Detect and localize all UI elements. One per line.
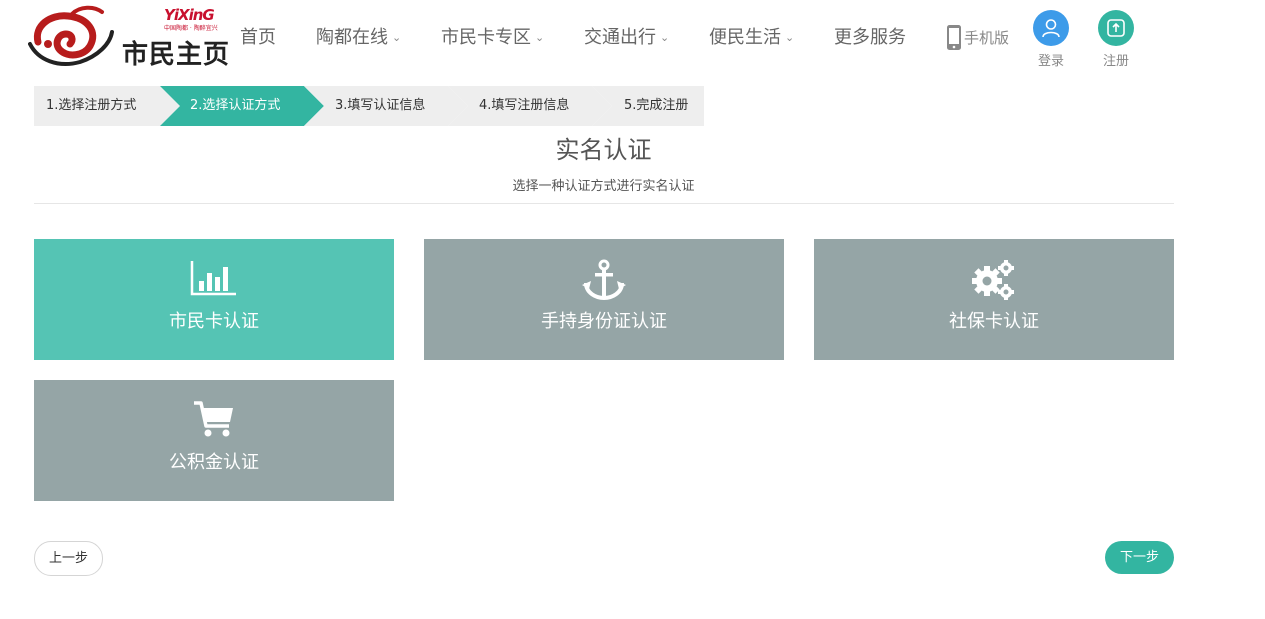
nav-label: 首页 xyxy=(240,27,276,48)
register-icon xyxy=(1098,10,1134,46)
page-title: 实名认证 xyxy=(555,136,652,164)
anchor-icon xyxy=(424,259,784,301)
logo-swirl-icon xyxy=(28,5,114,66)
chevron-down-icon: ⌄ xyxy=(660,31,670,44)
chevron-down-icon: ⌄ xyxy=(785,31,795,44)
card-label: 手持身份证认证 xyxy=(541,311,667,332)
gears-icon xyxy=(814,259,1174,301)
step-label: 1.选择注册方式 xyxy=(46,98,137,113)
card-handheld-id[interactable]: 手持身份证认证 xyxy=(424,239,784,360)
card-label: 市民卡认证 xyxy=(169,311,259,332)
register-label: 注册 xyxy=(1102,54,1129,69)
nav-item-traffic[interactable]: 交通出行 ⌄ xyxy=(584,24,669,52)
next-step-button[interactable]: 下一步 xyxy=(1105,541,1174,574)
logo-brand-text: YiXinG xyxy=(164,6,215,24)
nav-item-life[interactable]: 便民生活 ⌄ xyxy=(709,24,794,52)
bar-chart-icon xyxy=(34,259,394,301)
card-housing-fund[interactable]: 公积金认证 xyxy=(34,380,394,501)
chevron-down-icon: ⌄ xyxy=(535,31,545,44)
chevron-down-icon: ⌄ xyxy=(392,31,402,44)
card-label: 社保卡认证 xyxy=(949,311,1039,332)
nav-item-more[interactable]: 更多服务 xyxy=(834,24,906,52)
mobile-label: 手机版 xyxy=(964,28,1010,47)
card-citizen-card[interactable]: 市民卡认证 xyxy=(34,239,394,360)
cart-icon xyxy=(34,400,394,442)
nav-label: 交通出行 xyxy=(584,27,656,48)
nav-item-home[interactable]: 首页 xyxy=(240,24,276,52)
login-button[interactable]: 登录 xyxy=(1031,10,1071,69)
mobile-version-link[interactable]: 手机版 xyxy=(946,22,1009,52)
card-social-security[interactable]: 社保卡认证 xyxy=(814,239,1174,360)
nav-label: 陶都在线 xyxy=(316,27,388,48)
nav-item-taodu-online[interactable]: 陶都在线 ⌄ xyxy=(316,24,401,52)
logo-tagline: 中国陶都 · 陶醉宜兴 xyxy=(164,25,218,32)
page-subtitle: 选择一种认证方式进行实名认证 xyxy=(512,179,695,194)
register-button[interactable]: 注册 xyxy=(1096,10,1136,69)
prev-step-button[interactable]: 上一步 xyxy=(34,541,103,576)
card-label: 公积金认证 xyxy=(169,452,259,473)
nav-label: 更多服务 xyxy=(834,27,906,48)
registration-steps: 1.选择注册方式 2.选择认证方式 3.填写认证信息 4.填写注册信息 5.完成… xyxy=(34,86,704,126)
nav-label: 便民生活 xyxy=(709,27,781,48)
logo-brand: YiXinG 中国陶都 · 陶醉宜兴 xyxy=(164,6,220,32)
step-label: 5.完成注册 xyxy=(624,98,689,113)
nav-label: 市民卡专区 xyxy=(441,27,531,48)
step-label: 4.填写注册信息 xyxy=(479,98,570,113)
phone-icon xyxy=(947,24,961,50)
site-logo[interactable]: YiXinG 中国陶都 · 陶醉宜兴 市民主页 xyxy=(28,4,229,70)
login-label: 登录 xyxy=(1037,54,1064,69)
logo-title: 市民主页 xyxy=(122,40,231,70)
nav-item-citizen-card[interactable]: 市民卡专区 ⌄ xyxy=(441,24,544,52)
divider xyxy=(34,203,1174,204)
user-icon xyxy=(1033,10,1069,46)
step-label: 2.选择认证方式 xyxy=(190,98,281,113)
step-label: 3.填写认证信息 xyxy=(335,98,426,113)
